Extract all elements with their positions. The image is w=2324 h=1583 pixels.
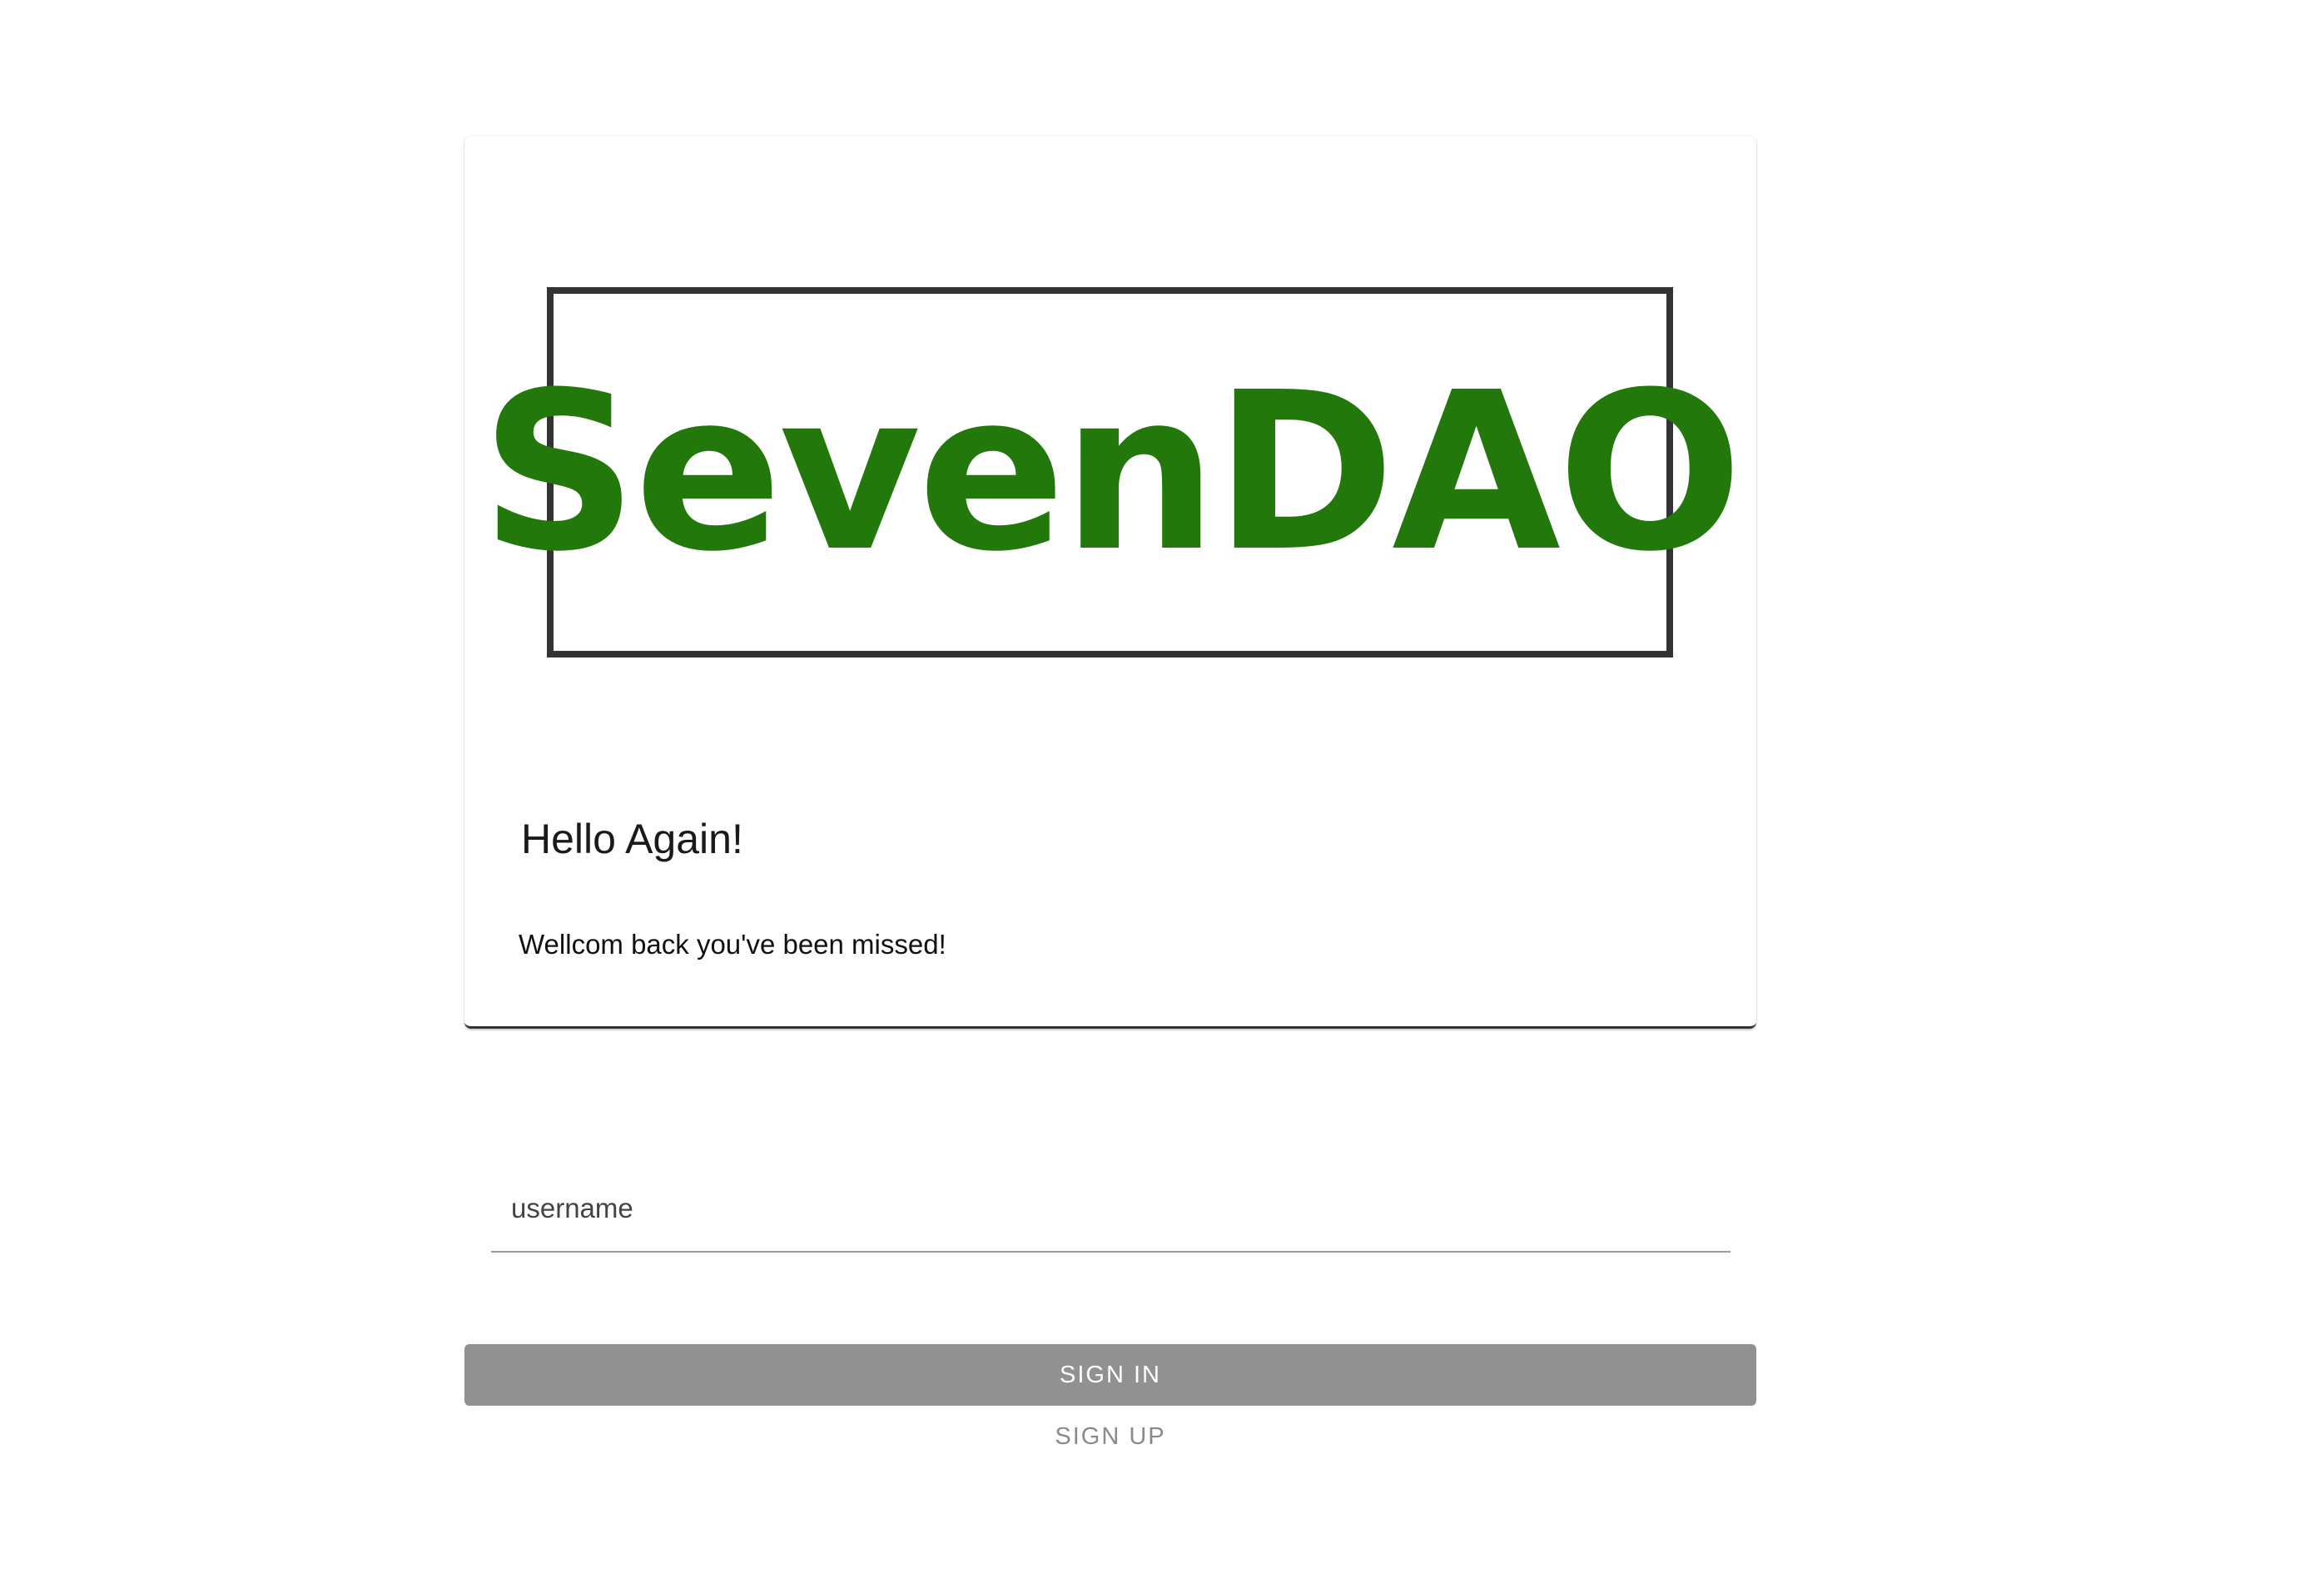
card-subtitle: Wellcom back you've been missed! xyxy=(519,929,946,960)
login-container: SevenDAO Hello Again! Wellcom back you'v… xyxy=(464,136,1756,1450)
card-title: Hello Again! xyxy=(521,816,743,862)
username-field xyxy=(491,1166,1731,1253)
sign-in-button[interactable]: SIGN IN xyxy=(464,1344,1756,1406)
logo-text: SevenDAO xyxy=(480,345,1742,599)
sign-up-button[interactable]: SIGN UP xyxy=(1027,1414,1194,1459)
welcome-card: SevenDAO Hello Again! Wellcom back you'v… xyxy=(464,136,1756,1029)
sevendao-logo: SevenDAO xyxy=(480,287,1743,658)
username-input[interactable] xyxy=(491,1166,1731,1251)
